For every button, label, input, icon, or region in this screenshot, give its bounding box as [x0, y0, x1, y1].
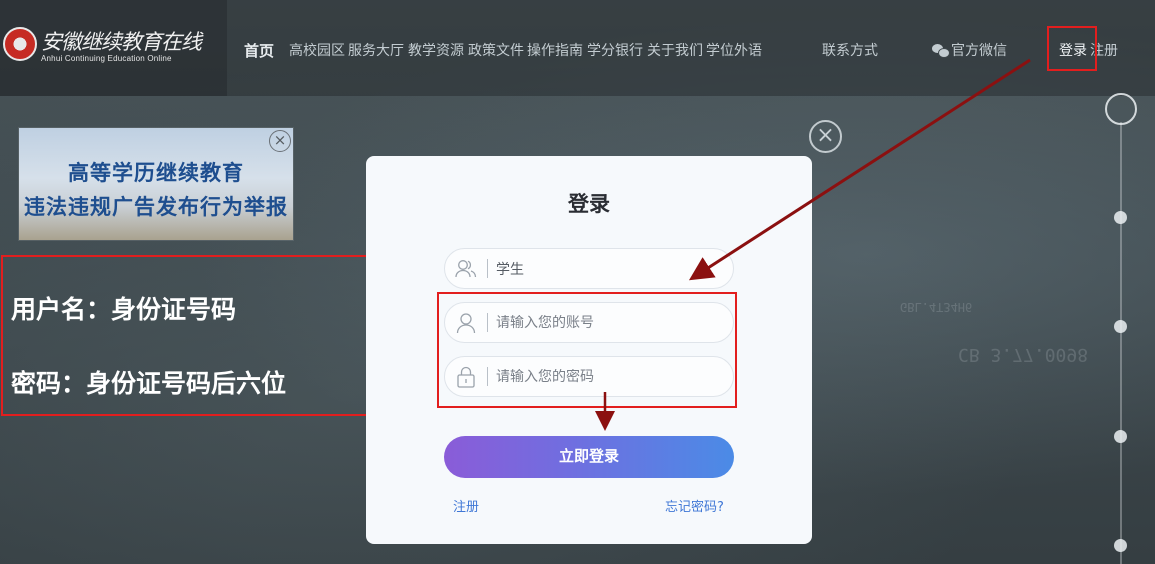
site-logo[interactable]: 安徽继续教育在线 Anhui Continuing Education Onli…	[3, 24, 202, 70]
nav-item-degree-language[interactable]: 学位外语	[706, 40, 762, 60]
report-ad-banner[interactable]: 高等学历继续教育 违法违规广告发布行为举报	[19, 128, 293, 240]
note-password: 密码：身份证号码后六位	[11, 369, 287, 398]
note-username: 用户名：身份证号码	[11, 295, 237, 324]
modal-title: 登录	[568, 192, 610, 216]
scroll-rail-line	[1120, 122, 1122, 564]
background-deco-text: CB 3.77.0098	[958, 344, 1089, 365]
role-select[interactable]: 学生	[444, 248, 734, 289]
nav-item-contact[interactable]: 联系方式	[822, 40, 878, 60]
modal-close-icon[interactable]: ×	[809, 120, 842, 153]
ad-close-icon[interactable]: ×	[269, 130, 291, 152]
logo-emblem-icon	[3, 27, 37, 61]
nav-item-guide[interactable]: 操作指南	[527, 40, 583, 60]
scroll-rail-dot[interactable]	[1114, 211, 1127, 224]
background-deco-text: GBL.4T34H6	[900, 300, 973, 314]
credentials-highlight-box	[437, 292, 737, 408]
top-navigation-bar: 安徽继续教育在线 Anhui Continuing Education Onli…	[0, 0, 1155, 96]
scroll-rail-dot[interactable]	[1114, 539, 1127, 552]
field-separator	[487, 259, 488, 278]
scroll-rail-dot[interactable]	[1114, 320, 1127, 333]
ad-headline: 高等学历继续教育	[68, 161, 244, 185]
nav-item-wechat[interactable]: 官方微信	[932, 40, 1007, 60]
logo-title: 安徽继续教育在线	[41, 30, 202, 54]
nav-item-resources[interactable]: 教学资源	[408, 40, 464, 60]
scroll-rail-top-ring[interactable]	[1105, 93, 1137, 125]
scroll-rail-dot[interactable]	[1114, 430, 1127, 443]
login-highlight-box	[1047, 26, 1097, 71]
users-icon	[445, 249, 487, 288]
ad-subheadline: 违法违规广告发布行为举报	[24, 195, 288, 219]
role-value: 学生	[496, 261, 524, 278]
register-link[interactable]: 注册	[453, 496, 479, 515]
nav-item-about[interactable]: 关于我们	[647, 40, 703, 60]
forgot-password-link[interactable]: 忘记密码?	[665, 496, 724, 515]
login-submit-button[interactable]: 立即登录	[444, 436, 734, 478]
nav-item-credit-bank[interactable]: 学分银行	[587, 40, 643, 60]
wechat-icon	[932, 43, 950, 58]
nav-wechat-label: 官方微信	[951, 43, 1007, 59]
nav-item-campus[interactable]: 高校园区	[289, 40, 345, 60]
nav-item-home[interactable]: 首页	[244, 40, 274, 61]
logo-subtitle: Anhui Continuing Education Online	[41, 54, 172, 63]
nav-item-service-hall[interactable]: 服务大厅	[348, 40, 404, 60]
nav-item-policies[interactable]: 政策文件	[468, 40, 524, 60]
